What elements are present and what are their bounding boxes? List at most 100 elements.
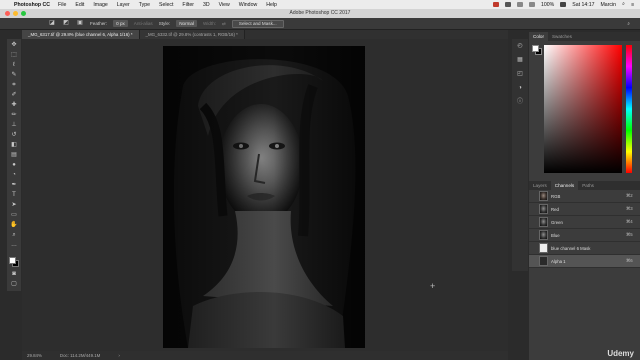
gradient-tool-icon[interactable]: ▤ (10, 152, 18, 159)
eraser-icon[interactable]: ◧ (10, 142, 18, 149)
marquee-tool-preset-icon[interactable] (20, 20, 28, 27)
eyedropper-icon[interactable]: ✐ (10, 92, 18, 99)
menu-list-icon[interactable]: ≡ (631, 2, 634, 8)
wifi-icon[interactable] (516, 2, 523, 7)
antialias-checkbox[interactable]: Anti-alias (134, 21, 153, 26)
healing-brush-icon[interactable]: ✚ (10, 102, 18, 109)
document-image[interactable] (163, 46, 365, 348)
channel-row-blue[interactable]: Blue ⌘5 (529, 229, 640, 242)
more-tools-icon[interactable]: … (10, 242, 18, 249)
rectangular-marquee-icon[interactable]: ⬚ (10, 52, 18, 59)
tab-swatches[interactable]: Swatches (548, 32, 576, 41)
channel-shortcut: ⌘3 (626, 206, 633, 211)
quick-select-icon[interactable]: ✎ (10, 72, 18, 79)
menu-window[interactable]: Window (239, 2, 257, 8)
channel-name: Blue (551, 232, 560, 238)
swap-dimensions-icon[interactable]: ⇄ (222, 21, 226, 27)
doc-tab[interactable]: _MG_6332.tif @ 29.8% (contrasts 1, RGB/1… (139, 30, 245, 39)
home-icon[interactable] (6, 20, 14, 27)
width-label: Width: (203, 21, 217, 26)
options-bar: ◪ ◩ ▣ Feather: 0 px Anti-alias Style: No… (0, 18, 640, 30)
tab-layers[interactable]: Layers (529, 181, 551, 190)
status-menu-arrow-icon[interactable]: › (118, 353, 119, 358)
hand-tool-icon[interactable]: ✋ (10, 222, 18, 229)
history-brush-icon[interactable]: ↺ (10, 132, 18, 139)
select-and-mask-button[interactable]: Select and Mask... (231, 19, 284, 28)
close-window-button[interactable] (5, 11, 10, 16)
path-selection-icon[interactable]: ➤ (10, 202, 18, 209)
search-icon[interactable]: ⌕ (627, 21, 630, 26)
info-panel-icon[interactable]: ⓘ (516, 98, 524, 106)
screen-mode-icon[interactable]: ▢ (10, 281, 18, 288)
menu-layer[interactable]: Layer (117, 2, 130, 8)
document-size[interactable]: Doc: 114.2M/449.1M (60, 353, 100, 358)
color-picker-field[interactable] (544, 45, 622, 173)
canvas-area[interactable]: + (22, 39, 508, 351)
intersect-selection-icon[interactable]: ▣ (76, 20, 84, 27)
shape-tool-icon[interactable]: ▭ (10, 212, 18, 219)
clone-stamp-icon[interactable]: ⊥ (10, 122, 18, 129)
foreground-color-swatch[interactable] (9, 257, 16, 264)
menu-type[interactable]: Type (139, 2, 150, 8)
status-app-icon[interactable] (504, 2, 511, 7)
quick-mask-icon[interactable]: ◙ (10, 271, 18, 278)
status-app-icon[interactable] (492, 2, 499, 7)
collapsed-panels-strip: ◴ ▦ ◰ ◑ ⓘ (512, 39, 528, 271)
menu-view[interactable]: View (219, 2, 230, 8)
channel-row-alpha-1[interactable]: Alpha 1 ⌘6 (529, 255, 640, 268)
menu-edit[interactable]: Edit (75, 2, 84, 8)
brush-tool-icon[interactable]: ✏ (10, 112, 18, 119)
history-panel-icon[interactable]: ◴ (516, 42, 524, 50)
window-controls (5, 11, 26, 16)
zoom-level[interactable]: 29.84% (27, 353, 42, 358)
move-tool-icon[interactable]: ✥ (10, 42, 18, 49)
add-to-selection-icon[interactable]: ◪ (48, 20, 56, 27)
channel-row-red[interactable]: Red ⌘3 (529, 203, 640, 216)
zoom-tool-icon[interactable]: ⌕ (10, 232, 18, 239)
menu-select[interactable]: Select (159, 2, 173, 8)
channel-name: Alpha 1 (551, 258, 566, 264)
libraries-panel-icon[interactable]: ◰ (516, 70, 524, 78)
channel-name: Red (551, 206, 559, 212)
dodge-tool-icon[interactable]: ◔ (10, 172, 18, 179)
hue-slider[interactable] (626, 45, 632, 173)
app-menu[interactable]: Photoshop CC (14, 2, 50, 8)
lasso-tool-icon[interactable]: ℓ (10, 62, 18, 69)
menu-3d[interactable]: 3D (203, 2, 210, 8)
tab-color[interactable]: Color (529, 32, 548, 41)
channel-shortcut: ⌘4 (626, 219, 633, 224)
minimize-window-button[interactable] (13, 11, 18, 16)
maximize-window-button[interactable] (21, 11, 26, 16)
battery-icon[interactable] (560, 2, 567, 7)
channel-row-mask[interactable]: blue channel 6 Mask (529, 242, 640, 255)
style-select[interactable]: Normal (176, 20, 198, 27)
channel-name: blue channel 6 Mask (551, 245, 591, 251)
doc-tab-active[interactable]: _MG_6317.tif @ 29.8% (blue channel 6, Al… (22, 30, 140, 39)
channel-row-rgb[interactable]: RGB ⌘2 (529, 190, 640, 203)
crop-tool-icon[interactable]: ⌗ (10, 82, 18, 89)
color-swatches[interactable] (8, 256, 20, 268)
foreground-color-swatch[interactable] (532, 45, 539, 52)
menu-file[interactable]: File (58, 2, 66, 8)
new-selection-icon[interactable] (34, 20, 42, 27)
channel-row-green[interactable]: Green ⌘4 (529, 216, 640, 229)
document-tabs: _MG_6317.tif @ 29.8% (blue channel 6, Al… (22, 30, 508, 39)
feather-input[interactable]: 0 px (113, 20, 128, 27)
subtract-selection-icon[interactable]: ◩ (62, 20, 70, 27)
blur-tool-icon[interactable]: ● (10, 162, 18, 169)
volume-icon[interactable] (528, 2, 535, 7)
tab-channels[interactable]: Channels (550, 181, 579, 190)
properties-panel-icon[interactable]: ▦ (516, 56, 524, 64)
adjustments-panel-icon[interactable]: ◑ (516, 84, 524, 92)
search-icon[interactable]: ⌕ (622, 1, 625, 8)
battery-percent[interactable]: 100% (541, 2, 554, 8)
menu-filter[interactable]: Filter (182, 2, 194, 8)
clock[interactable]: Sat 14:17 (572, 2, 594, 8)
pen-tool-icon[interactable]: ✒ (10, 182, 18, 189)
channel-thumbnail (539, 217, 548, 227)
type-tool-icon[interactable]: T (10, 192, 18, 199)
menu-image[interactable]: Image (93, 2, 107, 8)
menu-help[interactable]: Help (266, 2, 277, 8)
tab-paths[interactable]: Paths (578, 181, 598, 190)
user-name[interactable]: Marcin (600, 2, 616, 8)
